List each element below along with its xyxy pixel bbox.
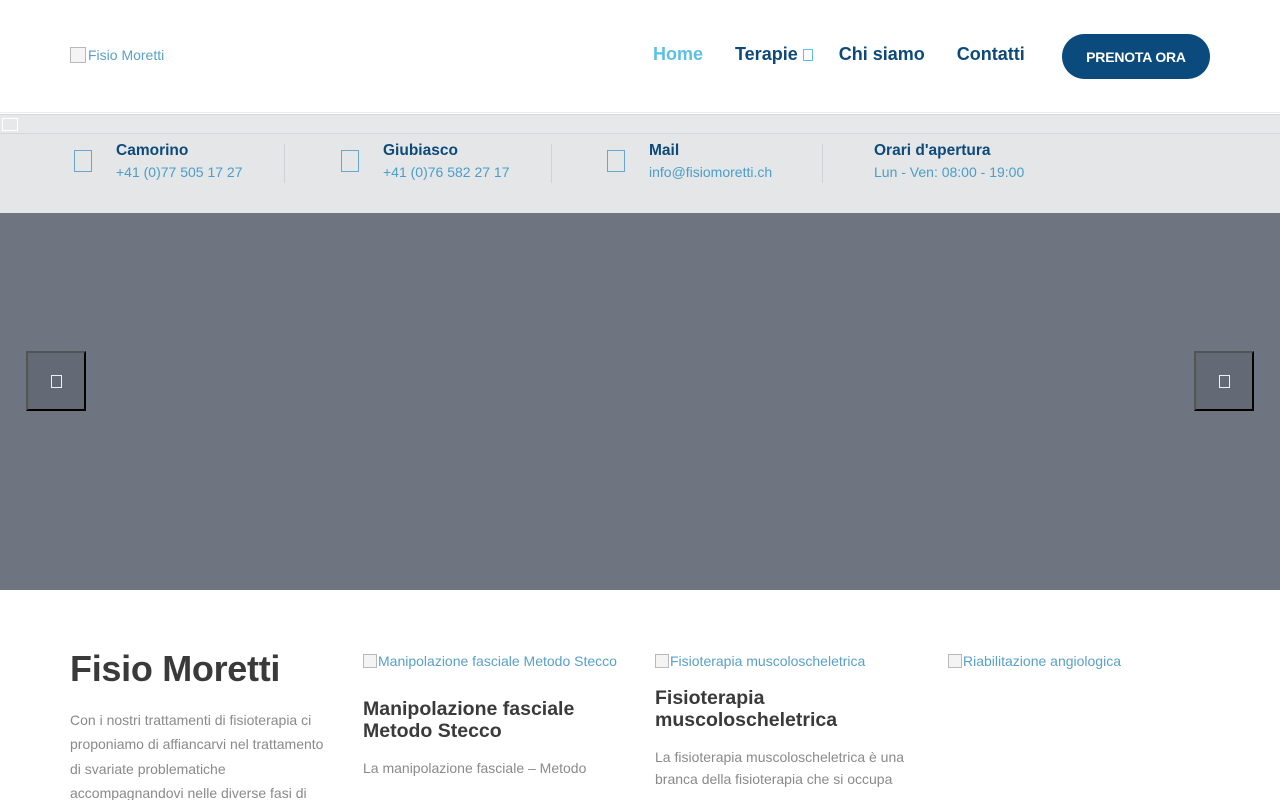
service-card: Fisioterapia muscoloscheletrica Fisioter… bbox=[655, 650, 920, 790]
main-nav: Home Terapie Chi siamo Contatti bbox=[653, 44, 1025, 65]
image-alt-text: Fisioterapia muscoloscheletrica bbox=[670, 653, 866, 669]
intro-title: Fisio Moretti bbox=[70, 648, 281, 689]
info-title: Camorino bbox=[116, 142, 189, 159]
phone-icon bbox=[74, 150, 92, 172]
slider-next-button[interactable] bbox=[1194, 351, 1254, 411]
service-image[interactable]: Riabilitazione angiologica bbox=[948, 650, 1213, 672]
contact-info-bar: Camorino +41 (0)77 505 17 27 Giubiasco +… bbox=[0, 134, 1280, 213]
intro-block: Fisio Moretti Con i nostri trattamenti d… bbox=[70, 648, 335, 800]
broken-image-icon bbox=[655, 654, 669, 668]
info-title: Mail bbox=[649, 142, 680, 159]
broken-image-icon bbox=[70, 47, 86, 63]
service-card: Riabilitazione angiologica bbox=[948, 650, 1213, 672]
mail-icon bbox=[607, 150, 625, 172]
nav-item-home[interactable]: Home bbox=[653, 44, 703, 65]
logo-alt-text: Fisio Moretti bbox=[88, 47, 165, 63]
info-title: Orari d'apertura bbox=[874, 142, 991, 159]
divider bbox=[284, 144, 285, 183]
broken-image-icon bbox=[363, 654, 377, 668]
broken-image-icon bbox=[2, 118, 18, 131]
image-alt-text: Manipolazione fasciale Metodo Stecco bbox=[378, 653, 617, 669]
service-image[interactable]: Manipolazione fasciale Metodo Stecco bbox=[363, 650, 628, 672]
phone-link[interactable]: +41 (0)76 582 27 17 bbox=[383, 164, 510, 180]
slider-prev-button[interactable] bbox=[26, 351, 86, 411]
service-title[interactable]: Manipolazione fasciale Metodo Stecco bbox=[363, 698, 628, 742]
top-strip bbox=[0, 114, 1280, 134]
chevron-left-icon bbox=[50, 374, 62, 388]
chevron-down-icon bbox=[802, 48, 813, 61]
hero-slider bbox=[0, 213, 1280, 590]
site-logo[interactable]: Fisio Moretti bbox=[70, 47, 164, 63]
phone-link[interactable]: +41 (0)77 505 17 27 bbox=[116, 164, 243, 180]
service-title[interactable]: Fisioterapia muscoloscheletrica bbox=[655, 687, 920, 731]
opening-hours: Lun - Ven: 08:00 - 19:00 bbox=[874, 164, 1025, 180]
divider bbox=[551, 144, 552, 183]
service-card: Manipolazione fasciale Metodo Stecco Man… bbox=[363, 650, 628, 779]
intro-text: Con i nostri trattamenti di fisioterapia… bbox=[70, 712, 324, 800]
nav-item-contatti[interactable]: Contatti bbox=[957, 44, 1025, 65]
nav-item-chi-siamo[interactable]: Chi siamo bbox=[839, 44, 925, 65]
chevron-right-icon bbox=[1218, 374, 1230, 388]
phone-icon bbox=[341, 150, 359, 172]
site-header: Fisio Moretti Home Terapie Chi siamo Con… bbox=[0, 0, 1280, 113]
nav-item-terapie[interactable]: Terapie bbox=[735, 44, 813, 65]
divider bbox=[822, 144, 823, 183]
broken-image-icon bbox=[948, 654, 962, 668]
book-now-button[interactable]: PRENOTA ORA bbox=[1062, 34, 1210, 79]
service-image[interactable]: Fisioterapia muscoloscheletrica bbox=[655, 650, 920, 672]
image-alt-text: Riabilitazione angiologica bbox=[963, 653, 1121, 669]
info-title: Giubiasco bbox=[383, 142, 458, 159]
service-text: La manipolazione fasciale – Metodo bbox=[363, 760, 587, 776]
service-text: La fisioterapia muscoloscheletrica è una… bbox=[655, 749, 905, 787]
email-link[interactable]: info@fisiomoretti.ch bbox=[649, 164, 772, 180]
nav-item-terapie-label: Terapie bbox=[735, 44, 798, 64]
services-section: Fisio Moretti Con i nostri trattamenti d… bbox=[0, 590, 1280, 800]
